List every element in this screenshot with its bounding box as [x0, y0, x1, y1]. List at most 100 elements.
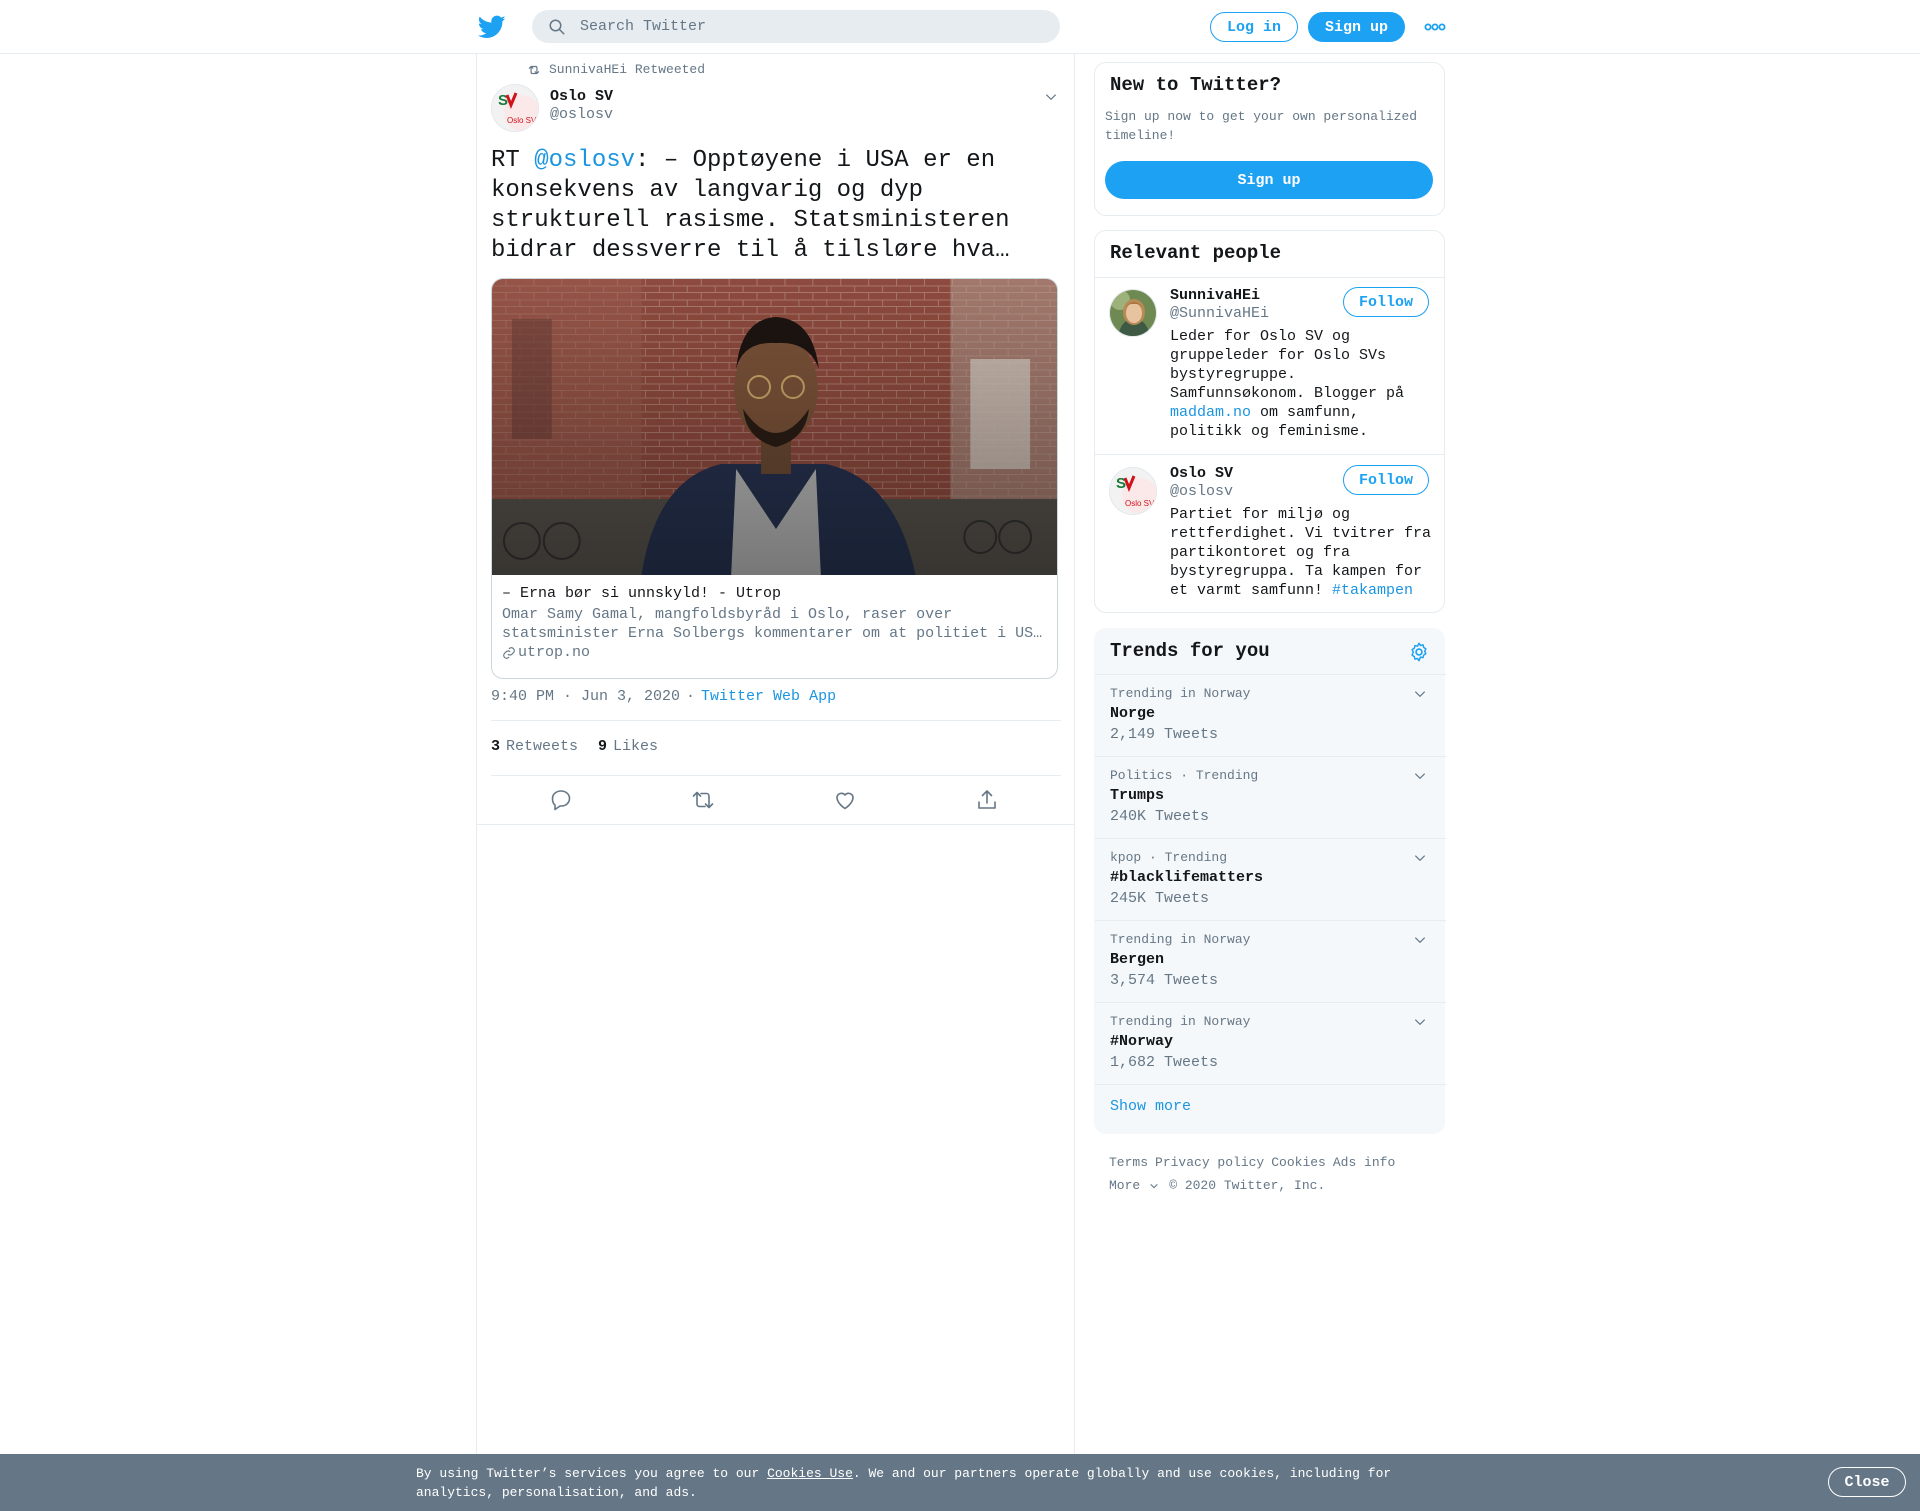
- person-bio: Partiet for miljø og rettferdighet. Vi t…: [1170, 505, 1440, 600]
- show-more-link[interactable]: Show more: [1110, 1098, 1191, 1115]
- trend-item[interactable]: Trending in Norway #Norway 1,682 Tweets: [1095, 1002, 1446, 1084]
- likes-count: 9: [598, 738, 608, 755]
- tweet-timestamp-row: 9:40 PM · Jun 3, 2020 · Twitter Web App: [491, 688, 836, 705]
- author-name[interactable]: Oslo SV: [550, 88, 613, 105]
- trend-name[interactable]: Bergen: [1110, 951, 1164, 968]
- tweet-text-prefix: RT: [491, 147, 535, 174]
- card-title[interactable]: – Erna bør si unnskyld! - Utrop: [502, 584, 1047, 604]
- retweet-context: SunnivaHEi Retweeted: [527, 62, 705, 77]
- reply-icon[interactable]: [549, 788, 573, 812]
- person-handle[interactable]: @SunnivaHEi: [1170, 305, 1269, 322]
- share-icon[interactable]: [975, 788, 999, 812]
- search-bar[interactable]: [532, 10, 1060, 43]
- chevron-down-icon[interactable]: [1413, 1015, 1427, 1029]
- divider: [1095, 454, 1444, 455]
- person-bio: Leder for Oslo SV og gruppeleder for Osl…: [1170, 327, 1440, 441]
- divider: [491, 775, 1061, 776]
- trend-name[interactable]: Trumps: [1110, 787, 1164, 804]
- like-heart-icon[interactable]: [833, 788, 857, 812]
- author-avatar[interactable]: S Oslo SV: [491, 84, 539, 132]
- hashtag-link[interactable]: #takampen: [1332, 582, 1413, 599]
- card-description-line: statsminister Erna Solbergs kommentarer …: [502, 625, 1043, 642]
- person-card[interactable]: SunnivaHEi @SunnivaHEi Follow Leder for …: [1095, 287, 1444, 447]
- more-options-icon[interactable]: [1424, 21, 1446, 33]
- cookie-close-button[interactable]: Close: [1828, 1467, 1906, 1497]
- relevant-people-title: Relevant people: [1110, 242, 1282, 264]
- oslo-sv-logo-icon: S Oslo SV: [492, 85, 538, 131]
- trend-tweet-count: 2,149 Tweets: [1110, 726, 1219, 743]
- trend-context: kpop · Trending: [1110, 850, 1228, 865]
- likes-stat[interactable]: 9 Likes: [598, 738, 658, 755]
- follow-button[interactable]: Follow: [1343, 287, 1429, 317]
- chevron-down-icon[interactable]: [1413, 687, 1427, 701]
- trends-title: Trends for you: [1110, 640, 1270, 662]
- tweet-timestamp[interactable]: 9:40 PM · Jun 3, 2020: [491, 688, 680, 705]
- new-to-twitter-title: New to Twitter?: [1110, 74, 1282, 96]
- search-input[interactable]: [580, 18, 1020, 35]
- svg-text:Oslo SV: Oslo SV: [507, 116, 537, 125]
- sunnivahei-avatar-icon: [1110, 290, 1156, 336]
- tweet-text: RT @oslosv: – Opptøyene i USA er en kons…: [491, 146, 1051, 266]
- signup-button[interactable]: Sign up: [1308, 12, 1405, 42]
- divider: [1095, 1084, 1446, 1085]
- person-handle[interactable]: @oslosv: [1170, 483, 1233, 500]
- person-name[interactable]: Oslo SV: [1170, 465, 1233, 482]
- cookie-consent-bar: By using Twitter’s services you agree to…: [0, 1454, 1920, 1511]
- footer-link-cookies[interactable]: Cookies: [1271, 1155, 1326, 1170]
- person-bio-text: Leder for Oslo SV og gruppeleder for Osl…: [1170, 328, 1405, 402]
- new-to-twitter-box: New to Twitter? Sign up now to get your …: [1094, 62, 1445, 216]
- trend-tweet-count: 1,682 Tweets: [1110, 1054, 1219, 1071]
- retweets-stat[interactable]: 3 Retweets: [491, 738, 578, 755]
- card-domain-text: utrop.no: [518, 644, 591, 661]
- chevron-down-icon[interactable]: [1413, 933, 1427, 947]
- retweeted-by-text[interactable]: SunnivaHEi Retweeted: [549, 62, 705, 77]
- login-button[interactable]: Log in: [1210, 12, 1298, 42]
- trend-item[interactable]: kpop · Trending #blacklifematters 245K T…: [1095, 838, 1446, 920]
- trend-name[interactable]: #Norway: [1110, 1033, 1173, 1050]
- search-icon: [549, 19, 565, 34]
- footer-link-terms[interactable]: Terms: [1109, 1155, 1148, 1170]
- sidebar-signup-button[interactable]: Sign up: [1105, 161, 1433, 199]
- retweet-action-icon[interactable]: [691, 788, 715, 812]
- trend-item[interactable]: Trending in Norway Norge 2,149 Tweets: [1095, 674, 1446, 756]
- author-handle[interactable]: @oslosv: [550, 106, 613, 123]
- follow-button[interactable]: Follow: [1343, 465, 1429, 495]
- footer-link-privacy[interactable]: Privacy policy: [1155, 1155, 1264, 1170]
- trend-name[interactable]: #blacklifematters: [1110, 869, 1263, 886]
- card-domain: utrop.no: [502, 643, 1047, 663]
- meta-separator: ·: [686, 688, 696, 705]
- bio-link[interactable]: maddam.no: [1170, 404, 1251, 421]
- avatar[interactable]: [1109, 289, 1157, 337]
- trend-context: Trending in Norway: [1110, 686, 1251, 701]
- footer-more-menu[interactable]: More: [1109, 1174, 1159, 1197]
- trend-context: Trending in Norway: [1110, 1014, 1251, 1029]
- trend-tweet-count: 3,574 Tweets: [1110, 972, 1219, 989]
- copyright: © 2020 Twitter, Inc.: [1169, 1178, 1326, 1193]
- card-description: Omar Samy Gamal, mangfoldsbyråd i Oslo, …: [502, 605, 1047, 643]
- link-icon: [503, 647, 515, 659]
- chevron-down-icon: [1150, 1183, 1158, 1188]
- divider: [477, 824, 1074, 825]
- trend-tweet-count: 245K Tweets: [1110, 890, 1210, 907]
- svg-text:S: S: [498, 92, 508, 109]
- mention-link[interactable]: @oslosv: [534, 147, 635, 174]
- avatar[interactable]: S Oslo SV: [1109, 467, 1157, 515]
- chevron-down-icon[interactable]: [1413, 769, 1427, 783]
- trend-item[interactable]: Trending in Norway Bergen 3,574 Tweets: [1095, 920, 1446, 1002]
- chevron-down-icon[interactable]: [1413, 851, 1427, 865]
- trends-box: Trends for you Trending in Norway Norge …: [1094, 628, 1446, 1134]
- footer-link-ads-info[interactable]: Ads info: [1333, 1155, 1395, 1170]
- gear-icon[interactable]: [1408, 641, 1430, 663]
- trend-name[interactable]: Norge: [1110, 705, 1155, 722]
- trend-item[interactable]: Politics · Trending Trumps 240K Tweets: [1095, 756, 1446, 838]
- tweet-source-link[interactable]: Twitter Web App: [701, 688, 836, 705]
- twitter-bird-logo-icon[interactable]: [478, 13, 506, 41]
- trend-context: Trending in Norway: [1110, 932, 1251, 947]
- link-preview-card[interactable]: – Erna bør si unnskyld! - Utrop Omar Sam…: [491, 278, 1058, 679]
- trend-context: Politics · Trending: [1110, 768, 1259, 783]
- cookies-use-link[interactable]: Cookies Use: [767, 1466, 853, 1481]
- person-name[interactable]: SunnivaHEi: [1170, 287, 1260, 304]
- new-to-twitter-description: Sign up now to get your own personalized…: [1105, 109, 1418, 143]
- chevron-down-icon[interactable]: [1044, 90, 1058, 104]
- person-card[interactable]: S Oslo SV Oslo SV @oslosv Follow Partiet…: [1095, 465, 1444, 605]
